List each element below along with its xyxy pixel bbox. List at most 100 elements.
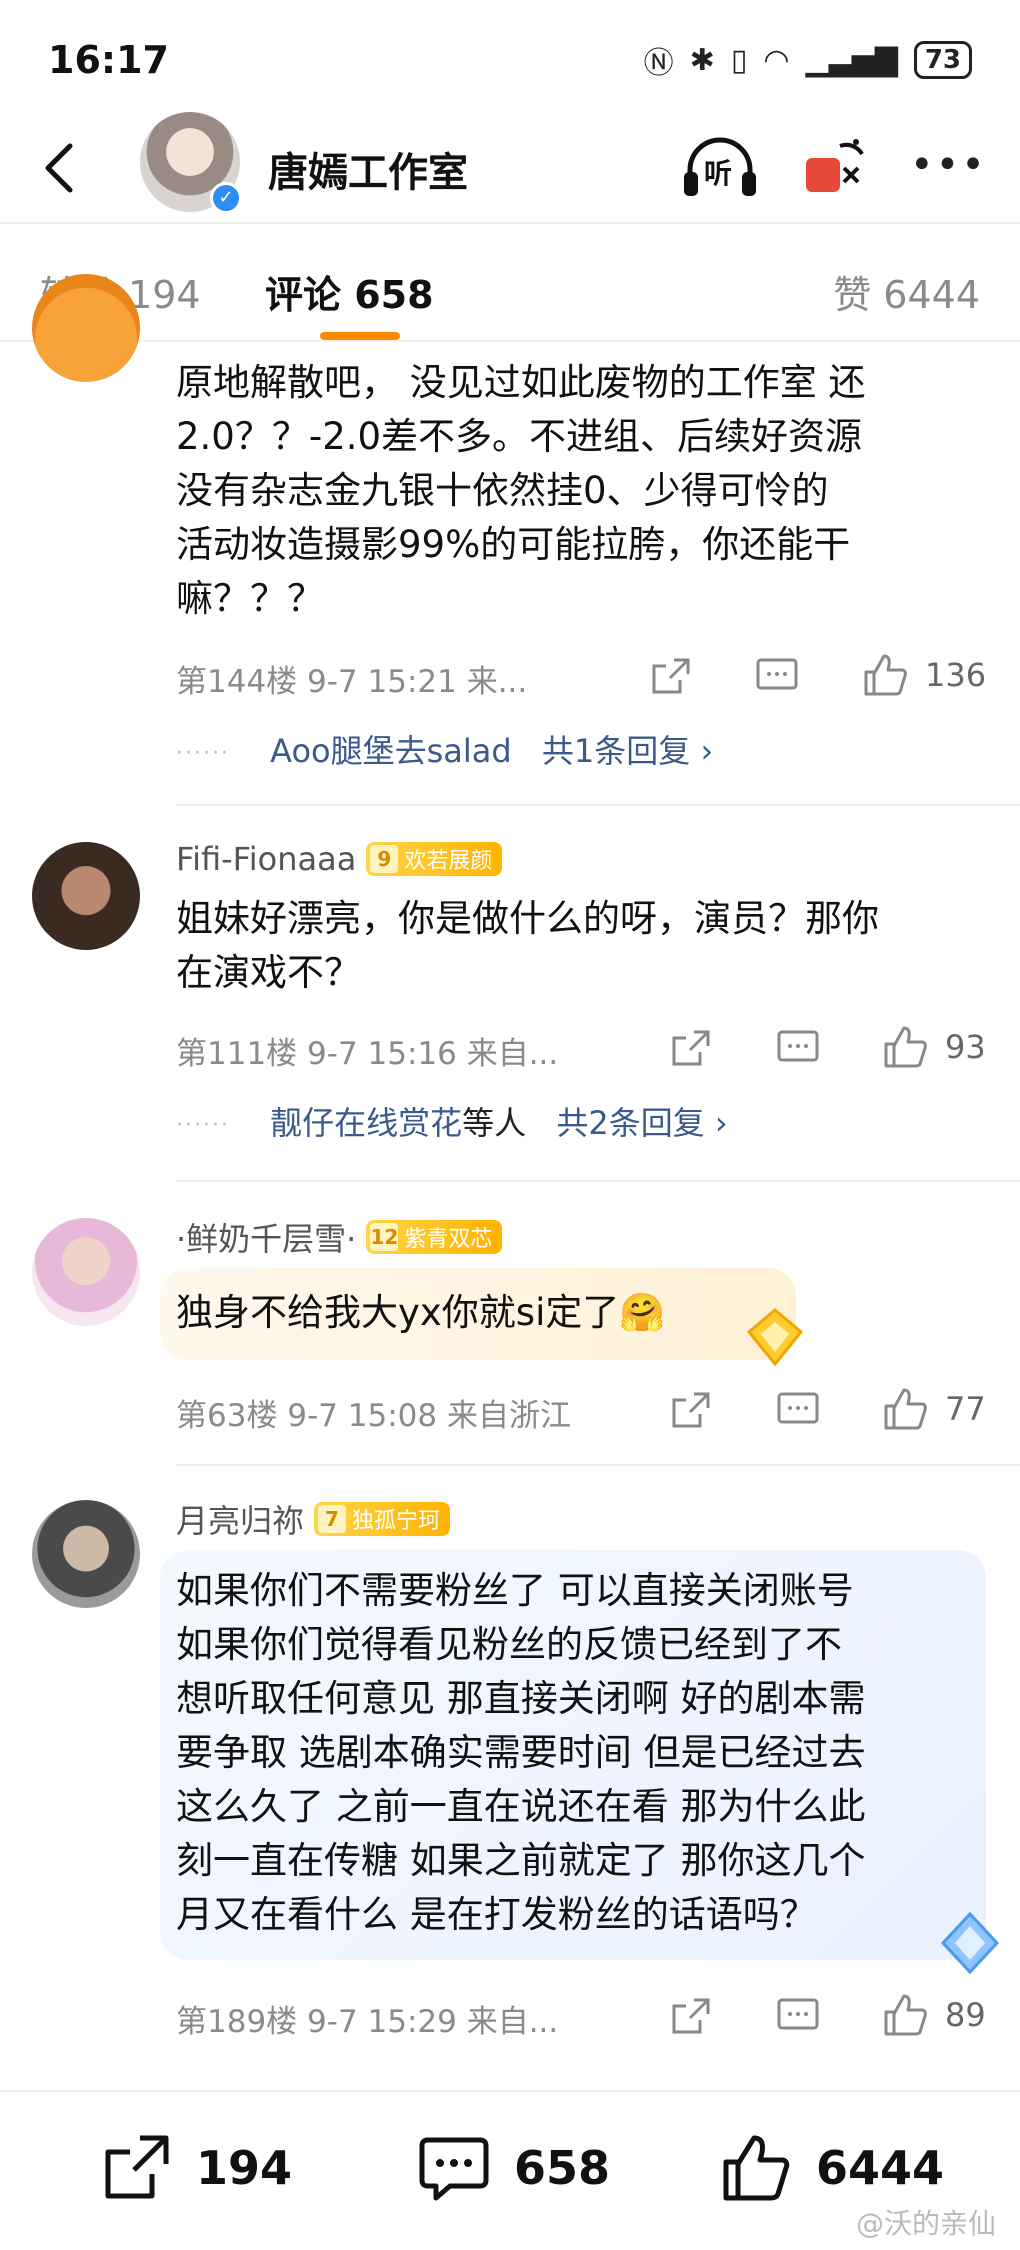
comment-line: 嘛？？？ [176,577,324,620]
like-icon[interactable] [862,652,908,698]
more-icon[interactable]: ••• [910,142,985,192]
share-icon[interactable] [670,1390,712,1432]
commenter-avatar[interactable] [32,274,140,382]
verified-icon: ✓ [210,182,242,214]
divider [176,1464,1020,1466]
comment-line: 如果你们觉得看见粉丝的反馈已经到了不 [176,1623,842,1666]
like-count-total: 6444 [816,2141,945,2195]
reply-summary[interactable]: ······ Aoo腿堡去salad 共1条回复 › [176,726,713,772]
bluetooth-icon: ✱ [689,42,715,78]
comment-button[interactable]: 658 [418,2132,610,2204]
comment-line: 想听取任何意见 那直接关闭啊 好的剧本需 [176,1677,866,1720]
commenter-info: 月亮归祢 7 独孤宁珂 [176,1496,451,1542]
commenter-name[interactable]: 月亮归祢 [176,1496,304,1542]
header: ✓ 唐嫣工作室 听 ••• [0,112,1020,222]
back-icon[interactable] [36,138,86,198]
commenter-avatar[interactable] [32,1500,140,1608]
comment-meta: 第189楼 9-7 15:29 来自... [176,2004,559,2040]
reply-user[interactable]: 靓仔在线赏花 [270,1104,462,1142]
divider [176,1180,1020,1182]
nfc-icon: Ⓝ [643,46,674,81]
comment-item: 原地解散吧， 没见过如此废物的工作室 还 2.0？？-2.0差不多。不进组、后续… [0,274,1020,814]
comment-line: 在演戏不？ [176,951,361,994]
share-icon[interactable] [670,1028,712,1070]
wifi-icon: ◠ [763,42,790,78]
comment-line: 这么久了 之前一直在说还在看 那为什么此 [176,1785,866,1828]
like-count: 93 [945,1028,986,1066]
signal-icon: ▁▃▅▇ [805,42,898,78]
reply-dots: ······ [176,1112,230,1138]
like-icon [723,2135,790,2201]
comment-item: ·鲜奶千层雪· 12 紫青双芯 独身不给我大yx你就si定了🤗 第63楼 9-7 … [0,1210,1020,1470]
comment-line: 独身不给我大yx你就si定了🤗 [176,1291,666,1334]
reply-count[interactable]: 共1条回复 › [542,732,713,770]
comment-line: 2.0？？-2.0差不多。不进组、后续好资源 [176,415,863,458]
tab-likes[interactable]: 赞 6444 [833,264,980,319]
comment-line: 活动妆造摄影99%的可能拉胯，你还能干 [176,523,851,566]
reply-suffix: 等人 [462,1104,527,1142]
like-icon[interactable] [882,1992,928,2038]
share-icon[interactable] [650,656,692,698]
fan-badge: 12 紫青双芯 [366,1220,503,1254]
repost-button[interactable]: 194 [100,2132,292,2204]
vibrate-icon: ▯ [730,42,748,78]
crown-decoration-icon [746,1308,804,1367]
status-time: 16:17 [48,38,169,82]
fan-badge: 7 独孤宁珂 [314,1502,451,1536]
listen-button[interactable]: 听 [680,132,760,202]
comment-meta: 第111楼 9-7 15:16 来自... [176,1036,559,1072]
comment-icon[interactable] [755,656,799,698]
share-icon[interactable] [670,1996,712,2038]
comment-item: Fifi-Fionaaa 9 欢若展颜 姐妹好漂亮，你是做什么的呀，演员？那你 在… [0,830,1020,1190]
comment-line: 没有杂志金九银十依然挂0、少得可怜的 [176,469,829,512]
diamond-decoration-icon [940,1911,1000,1975]
reply-dots: ······ [176,740,230,766]
comment-line: 原地解散吧， 没见过如此废物的工作室 还 [176,361,866,404]
commenter-avatar[interactable] [32,1218,140,1326]
gift-icon[interactable] [800,132,870,202]
tab-active-indicator [320,332,400,340]
comment-text: 原地解散吧， 没见过如此废物的工作室 还 2.0？？-2.0差不多。不进组、后续… [176,356,866,626]
comment-line: 刻一直在传糖 如果之前就定了 那你这几个 [176,1839,866,1882]
bottom-action-bar: 194 658 6444 @沃的亲仙 [0,2090,1020,2250]
divider [176,804,1020,806]
status-bar: 16:17 Ⓝ ✱ ▯ ◠ ▁▃▅▇ 73 [0,0,1020,120]
comment-icon [419,2137,489,2201]
commenter-avatar[interactable] [32,842,140,950]
account-name[interactable]: 唐嫣工作室 [268,140,468,198]
like-count: 136 [925,656,987,694]
commenter-info: ·鲜奶千层雪· 12 紫青双芯 [176,1214,503,1260]
comment-count: 658 [514,2141,611,2195]
comment-icon[interactable] [776,1028,820,1070]
like-icon[interactable] [882,1386,928,1432]
comment-text: 如果你们不需要粉丝了 可以直接关闭账号 如果你们觉得看见粉丝的反馈已经到了不 想… [176,1564,866,1942]
watermark: @沃的亲仙 [855,2207,996,2240]
share-icon [105,2135,169,2199]
comment-icon[interactable] [776,1996,820,2038]
reply-summary[interactable]: ······ 靓仔在线赏花等人 共2条回复 › [176,1098,728,1144]
commenter-name[interactable]: ·鲜奶千层雪· [176,1214,356,1260]
listen-label: 听 [704,157,733,190]
comment-text: 独身不给我大yx你就si定了🤗 [176,1286,665,1340]
comment-line: 要争取 选剧本确实需要时间 但是已经过去 [176,1731,866,1774]
comment-icon[interactable] [776,1390,820,1432]
comment-meta: 第144楼 9-7 15:21 来... [176,664,528,700]
comment-line: 如果你们不需要粉丝了 可以直接关闭账号 [176,1569,854,1612]
comment-item: 月亮归祢 7 独孤宁珂 如果你们不需要粉丝了 可以直接关闭账号 如果你们觉得看见粉… [0,1488,1020,2078]
like-button[interactable]: 6444 [720,2132,944,2204]
commenter-info: Fifi-Fionaaa 9 欢若展颜 [176,840,503,878]
like-count: 77 [945,1390,986,1428]
like-icon[interactable] [882,1024,928,1070]
fan-badge: 9 欢若展颜 [366,842,503,876]
like-count: 89 [945,1996,986,2034]
tab-bar: 转发 194 评论 658 赞 6444 [0,222,1020,342]
battery-indicator: 73 [913,41,972,79]
tab-comments[interactable]: 评论 658 [265,264,434,319]
comment-line: 月又在看什么 是在打发粉丝的话语吗？ [176,1893,817,1936]
comment-meta: 第63楼 9-7 15:08 来自浙江 [176,1398,571,1434]
repost-count: 194 [196,2141,293,2195]
comment-text: 姐妹好漂亮，你是做什么的呀，演员？那你 在演戏不？ [176,892,879,1000]
reply-user[interactable]: Aoo腿堡去salad [270,732,512,770]
reply-count[interactable]: 共2条回复 › [556,1104,727,1142]
commenter-name[interactable]: Fifi-Fionaaa [176,840,356,878]
